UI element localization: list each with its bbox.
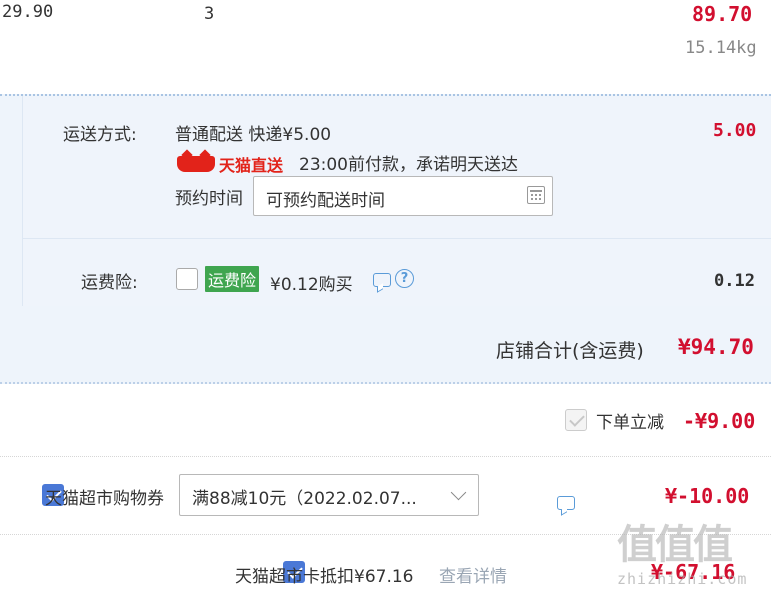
tmall-direct-logo: 天猫直送 <box>177 152 283 176</box>
insurance-badge: 运费险 <box>205 266 260 292</box>
quantity: 3 <box>204 4 215 24</box>
appointment-placeholder: 可预约配送时间 <box>266 191 385 211</box>
item-weight: 15.14kg <box>685 38 757 58</box>
store-total-value: ¥94.70 <box>678 335 754 359</box>
tmall-direct-text: 天猫直送 <box>219 156 284 175</box>
delivery-method[interactable]: 普通配送 快递¥5.00 <box>175 120 331 145</box>
coupon-select[interactable]: 满88减10元（2022.02.07... <box>179 474 479 516</box>
watermark-logo: 值值值 <box>617 522 733 568</box>
order-discount-checkbox <box>565 409 587 431</box>
coupon-chat-icon[interactable] <box>556 496 575 510</box>
chat-icon[interactable] <box>373 273 391 287</box>
view-details-link[interactable]: 查看详情 <box>439 562 507 587</box>
watermark-url: zhizhizhi.com <box>617 570 748 588</box>
chevron-down-icon <box>450 484 467 501</box>
insurance-price: ¥0.12购买 <box>270 275 353 295</box>
coupon-selected-value: 满88减10元（2022.02.07... <box>192 489 417 509</box>
item-row: 29.90 3 89.70 15.14kg <box>0 0 771 94</box>
store-total-label: 店铺合计(含运费) <box>496 340 644 362</box>
insurance-checkbox[interactable] <box>176 268 198 290</box>
insurance-fee: 0.12 <box>714 271 755 291</box>
appointment-label: 预约时间 <box>175 189 243 209</box>
delivery-fee: 5.00 <box>713 120 757 141</box>
appointment-time-input[interactable]: 可预约配送时间 <box>253 176 553 216</box>
divider <box>0 456 771 457</box>
watermark: 值值值 zhizhizhi.com <box>617 512 767 600</box>
calendar-icon[interactable] <box>527 186 545 204</box>
order-discount-label: 下单立减 <box>596 413 664 433</box>
delivery-panel: 运送方式: 普通配送 快递¥5.00 5.00 天猫直送 23:00前付款，承诺… <box>0 94 771 384</box>
coupon-value: ¥-10.00 <box>665 484 750 508</box>
delivery-divider <box>23 238 771 239</box>
card-label: 天猫超市卡抵扣¥67.16 <box>235 567 414 587</box>
section-divider <box>0 382 771 384</box>
delivery-label: 运送方式: <box>63 125 137 145</box>
delivery-promise: 23:00前付款，承诺明天送达 <box>299 155 518 175</box>
tmall-cat-icon <box>177 156 215 172</box>
help-icon[interactable]: ? <box>395 269 414 288</box>
insurance-label: 运费险: <box>81 273 138 293</box>
unit-price: 29.90 <box>2 2 54 22</box>
item-subtotal: 89.70 <box>692 2 753 26</box>
coupon-label: 天猫超市购物券 <box>45 489 164 509</box>
order-discount-value: -¥9.00 <box>683 409 756 433</box>
